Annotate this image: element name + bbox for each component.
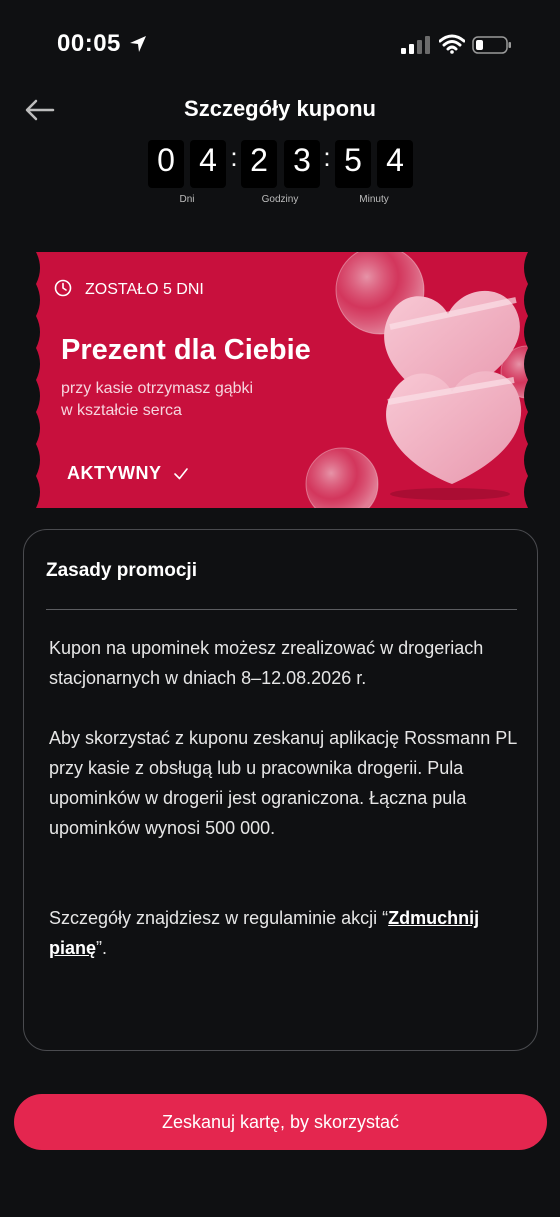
checkmark-icon <box>174 468 188 480</box>
coupon-status-badge: AKTYWNY <box>67 463 162 483</box>
countdown-digit: 3 <box>284 140 320 188</box>
coupon-subtitle: przy kasie otrzymasz gąbki w kształcie s… <box>61 378 321 422</box>
countdown-separator: : <box>230 142 238 172</box>
countdown-digit: 4 <box>190 140 226 188</box>
rules-paragraph: Szczegóły znajdziesz w regulaminie akcji… <box>49 903 519 963</box>
promotion-rules-card: Zasady promocji Kupon na upominek możesz… <box>23 529 538 1051</box>
wifi-icon <box>439 34 465 54</box>
location-arrow-icon <box>130 36 146 52</box>
divider <box>46 609 517 610</box>
coupon-subtitle-line: w kształcie serca <box>61 402 182 419</box>
scan-card-button[interactable]: Zeskanuj kartę, by skorzystać <box>14 1094 547 1150</box>
status-time: 00:05 <box>57 30 121 57</box>
countdown-digit: 4 <box>377 140 413 188</box>
countdown-label-hours: Godziny <box>261 194 299 205</box>
countdown-digit: 2 <box>241 140 277 188</box>
rules-text-prefix: Szczegóły znajdziesz w regulaminie akcji… <box>49 908 389 928</box>
coupon-subtitle-line: przy kasie otrzymasz gąbki <box>61 380 254 397</box>
heart-sponges-image <box>305 252 532 508</box>
countdown-digit: 5 <box>335 140 371 188</box>
page-title: Szczegóły kuponu <box>184 96 376 121</box>
status-bar: 00:05 <box>0 0 560 90</box>
battery-icon <box>472 36 511 54</box>
signal-icon <box>401 36 430 54</box>
rules-text-suffix: ”. <box>96 938 108 958</box>
clock-icon <box>54 279 72 297</box>
coupon-title: Prezent dla Ciebie <box>61 334 311 366</box>
countdown-timer: 0 4 : 2 3 : 5 4 Dni Godziny Minuty <box>148 140 416 210</box>
countdown-separator: : <box>323 142 331 172</box>
rules-paragraph: Kupon na upominek możesz zrealizować w d… <box>49 638 484 688</box>
coupon-wavy-edge <box>524 252 532 508</box>
countdown-digit: 0 <box>148 140 184 188</box>
rules-paragraph: Aby skorzystać z kuponu zeskanuj aplikac… <box>49 728 517 838</box>
countdown-label-minutes: Minuty <box>359 194 389 205</box>
rules-title: Zasady promocji <box>46 560 197 581</box>
days-left-label: ZOSTAŁO 5 DNI <box>85 281 204 298</box>
countdown-label-days: Dni <box>179 194 195 205</box>
coupon-wavy-edge <box>32 252 40 508</box>
coupon-banner: ZOSTAŁO 5 DNI Prezent dla Ciebie przy ka… <box>32 252 532 508</box>
